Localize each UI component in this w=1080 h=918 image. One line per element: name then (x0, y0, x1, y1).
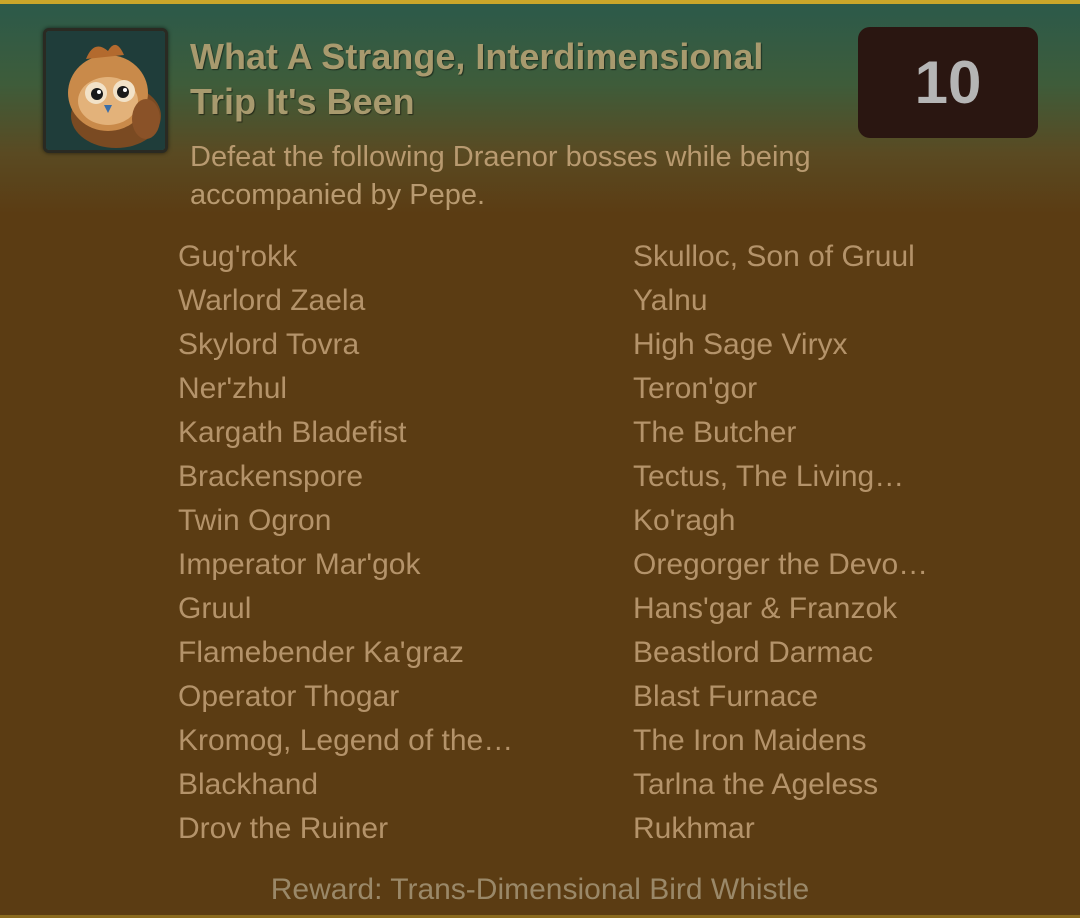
pepe-bird-icon (46, 31, 165, 150)
boss-criteria-item: Drov the Ruiner (178, 812, 389, 845)
boss-criteria-item: Hans'gar & Franzok (633, 592, 898, 625)
boss-criteria-item: Imperator Mar'gok (178, 548, 421, 581)
boss-list-left: Gug'rokk Warlord Zaela Skylord Tovra Ner… (178, 235, 513, 851)
boss-criteria-item: Operator Thogar (178, 680, 400, 713)
boss-criteria-item: Oregorger the Devo… (633, 548, 929, 581)
achievement-icon-frame (43, 28, 168, 153)
boss-criteria-item: Warlord Zaela (178, 284, 366, 317)
boss-criteria-item: Brackenspore (178, 460, 364, 493)
boss-criteria-item: Tarlna the Ageless (633, 768, 879, 801)
boss-criteria-item: The Butcher (633, 416, 797, 449)
boss-criteria-item: Kargath Bladefist (178, 416, 407, 449)
achievement-title: What A Strange, Interdimensional Trip It… (190, 36, 764, 122)
boss-criteria-item: Gruul (178, 592, 252, 625)
boss-criteria-item: Yalnu (633, 284, 708, 317)
boss-criteria-item: Skylord Tovra (178, 328, 360, 361)
boss-criteria-item: Flamebender Ka'graz (178, 636, 464, 669)
boss-criteria-item: Teron'gor (633, 372, 758, 405)
achievement-description: Defeat the following Draenor bosses whil… (190, 141, 811, 211)
boss-criteria-item: Kromog, Legend of the… (178, 724, 514, 757)
boss-criteria-item: Gug'rokk (178, 240, 298, 273)
boss-criteria-item: Blackhand (178, 768, 319, 801)
boss-criteria-item: Ko'ragh (633, 504, 736, 537)
boss-criteria-item: Twin Ogron (178, 504, 332, 537)
achievement-card[interactable]: What A Strange, Interdimensional Trip It… (0, 0, 1080, 918)
boss-criteria-item: Ner'zhul (178, 372, 288, 405)
boss-criteria-item: Skulloc, Son of Gruul (633, 240, 915, 273)
boss-criteria-item: Tectus, The Living… (633, 460, 905, 493)
boss-criteria-item: The Iron Maidens (633, 724, 867, 757)
boss-list-right: Skulloc, Son of Gruul Yalnu High Sage Vi… (633, 235, 928, 851)
achievement-reward: Reward: Trans-Dimensional Bird Whistle (270, 873, 810, 906)
boss-criteria-item: Blast Furnace (633, 680, 819, 713)
boss-criteria-item: Rukhmar (633, 812, 755, 845)
achievement-points-badge: 10 (858, 27, 1038, 138)
boss-criteria-item: High Sage Viryx (633, 328, 848, 361)
boss-criteria-item: Beastlord Darmac (633, 636, 874, 669)
